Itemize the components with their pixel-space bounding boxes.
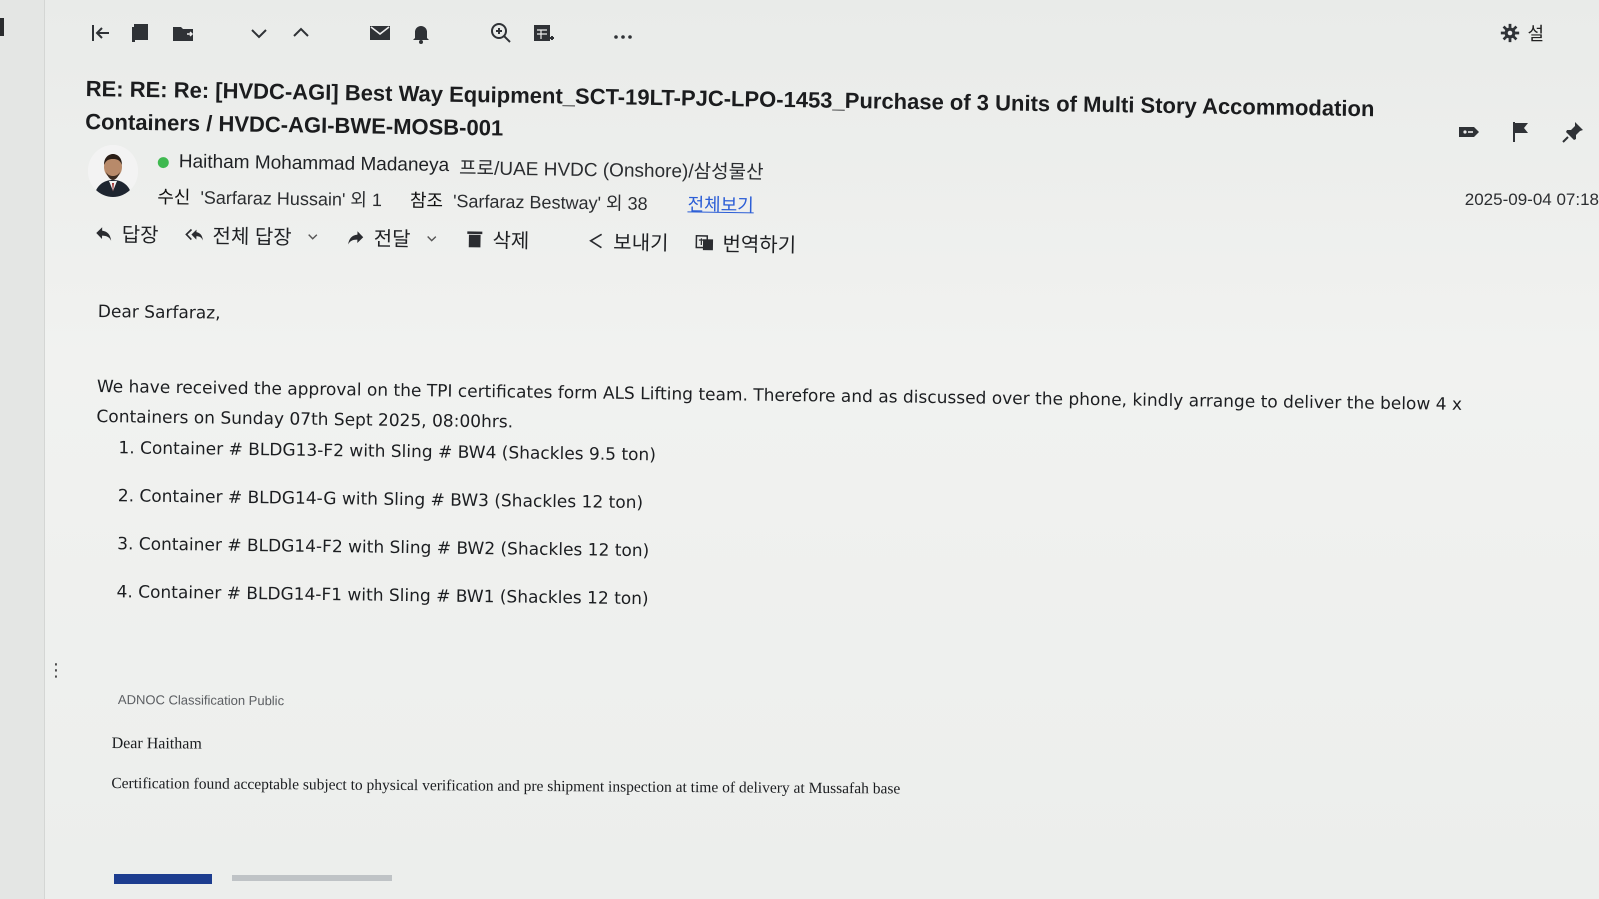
gear-icon bbox=[1501, 23, 1520, 43]
quoted-greeting: Dear Haitham bbox=[111, 734, 202, 753]
reply-button[interactable]: 답장 bbox=[94, 218, 159, 248]
calendar-add-icon[interactable] bbox=[526, 14, 560, 52]
to-recipients[interactable]: 'Sarfaraz Hussain' 외 1 bbox=[200, 184, 382, 213]
settings-button[interactable]: 설 bbox=[1499, 20, 1544, 46]
flag-icon[interactable] bbox=[1507, 118, 1535, 146]
rail-selection-marker bbox=[0, 18, 4, 36]
quoted-text: Certification found acceptable subject t… bbox=[111, 774, 901, 798]
reply-icon bbox=[96, 226, 112, 241]
mail-icon[interactable] bbox=[363, 14, 397, 52]
forward-button[interactable]: 전달 bbox=[345, 222, 438, 252]
sender-info: Haitham Mohammad Madaneya 프로/UAE HVDC (O… bbox=[157, 148, 1258, 227]
cc-label: 참조 bbox=[409, 190, 444, 211]
back-to-list-icon[interactable] bbox=[84, 14, 118, 52]
reply-label: 답장 bbox=[121, 224, 159, 248]
subject-actions bbox=[1455, 118, 1587, 146]
delete-button[interactable]: 삭제 bbox=[464, 224, 529, 254]
list-item: Container # BLDG14-F2 with Sling # BW2 (… bbox=[139, 533, 1535, 575]
archive-icon[interactable] bbox=[124, 14, 158, 52]
share-icon bbox=[588, 233, 602, 248]
translate-button[interactable]: 번역하기 bbox=[694, 227, 796, 258]
list-item: Container # BLDG14-F1 with Sling # BW1 (… bbox=[138, 581, 1534, 623]
delete-label: 삭제 bbox=[492, 230, 530, 253]
forward-chevron-icon[interactable] bbox=[424, 231, 438, 245]
reply-all-label: 전체 답장 bbox=[212, 225, 292, 250]
zoom-icon[interactable] bbox=[484, 14, 518, 52]
bell-icon[interactable] bbox=[404, 14, 438, 52]
message-action-bar: 답장 전체 답장 전달 삭제 보내기 번역하기 bbox=[94, 218, 823, 258]
email-subject: RE: RE: Re: [HVDC-AGI] Best Way Equipmen… bbox=[85, 75, 1375, 141]
move-folder-icon[interactable] bbox=[166, 14, 200, 52]
chevron-up-icon[interactable] bbox=[284, 14, 318, 52]
view-all-recipients-link[interactable]: 전체보기 bbox=[687, 190, 754, 217]
chevron-down-icon[interactable] bbox=[242, 14, 276, 52]
translate-icon bbox=[695, 234, 713, 250]
signature-line bbox=[232, 875, 392, 881]
pane-resize-handle[interactable]: ⋮ bbox=[47, 662, 65, 680]
list-item: Container # BLDG14-G with Sling # BW3 (S… bbox=[139, 485, 1535, 527]
email-body: Dear Sarfaraz, We have received the appr… bbox=[94, 302, 1538, 623]
classification-label: ADNOC Classification Public bbox=[117, 692, 285, 709]
to-label: 수신 bbox=[157, 186, 191, 208]
body-greeting: Dear Sarfaraz, bbox=[97, 302, 221, 324]
cc-recipients[interactable]: 'Sarfaraz Bestway' 외 38 bbox=[453, 187, 648, 216]
reply-all-icon bbox=[185, 228, 203, 241]
more-icon[interactable] bbox=[606, 14, 640, 52]
trash-icon bbox=[467, 230, 483, 247]
pin-icon[interactable] bbox=[1559, 118, 1587, 146]
forward-label: 전달 bbox=[373, 228, 411, 251]
email-timestamp: 2025-09-04 07:18 bbox=[1464, 190, 1599, 209]
mail-toolbar: 설 bbox=[84, 14, 1544, 54]
left-rail bbox=[0, 0, 45, 899]
forward-icon bbox=[348, 230, 364, 244]
quoted-message: ADNOC Classification Public Dear Haitham… bbox=[111, 692, 1312, 801]
send-button[interactable]: 보내기 bbox=[585, 226, 669, 256]
sender-organization: 프로/UAE HVDC (Onshore)/삼성물산 bbox=[458, 157, 764, 183]
container-list: Container # BLDG13-F2 with Sling # BW4 (… bbox=[94, 436, 1536, 623]
sender-avatar[interactable] bbox=[88, 145, 138, 197]
signature-banner bbox=[114, 874, 212, 884]
settings-label: 설 bbox=[1527, 24, 1544, 45]
mail-reader-window: ⋮ 설 RE: RE: Re: [HVDC-AGI] Best Way Equi… bbox=[0, 0, 1599, 899]
reply-all-chevron-icon[interactable] bbox=[306, 229, 320, 243]
presence-status-icon bbox=[157, 156, 169, 168]
tag-icon[interactable] bbox=[1455, 118, 1483, 146]
send-label: 보내기 bbox=[613, 232, 669, 256]
reply-all-button[interactable]: 전체 답장 bbox=[184, 219, 320, 250]
translate-label: 번역하기 bbox=[722, 233, 797, 258]
sender-name[interactable]: Haitham Mohammad Madaneya bbox=[179, 151, 450, 177]
